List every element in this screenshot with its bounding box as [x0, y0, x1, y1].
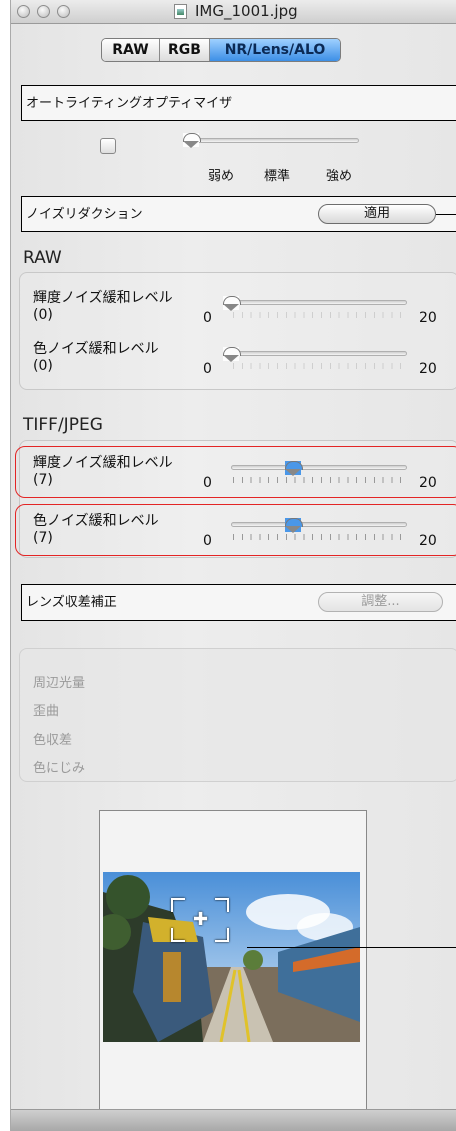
raw-chroma-value: (0)	[33, 358, 53, 374]
close-window-icon[interactable]	[17, 5, 30, 18]
lens-title: レンズ収差補正	[26, 595, 117, 610]
alo-level-standard: 標準	[264, 169, 291, 184]
raw-luma-track[interactable]	[231, 300, 407, 305]
raw-luma-ticks	[233, 312, 405, 318]
alo-title: オートライティングオプティマイザ	[26, 96, 233, 111]
alo-header: オートライティングオプティマイザ	[21, 85, 456, 121]
raw-chroma-min: 0	[203, 361, 212, 377]
window-title: IMG_1001.jpg	[195, 2, 298, 20]
view-corner-br-icon	[215, 928, 229, 942]
highlight-luma	[15, 446, 456, 498]
tiff-chroma-ticks	[233, 534, 405, 540]
alo-slider-track[interactable]	[191, 138, 359, 143]
tab-rgb[interactable]: RGB	[160, 39, 210, 61]
raw-luma-value: (0)	[33, 307, 53, 323]
lens-item-distortion: 歪曲	[33, 704, 60, 719]
callout-line-apply	[436, 214, 456, 215]
tiff-chroma-value: (7)	[33, 530, 53, 546]
tiff-luma-ticks	[233, 477, 405, 483]
minimize-window-icon[interactable]	[37, 5, 50, 18]
tiff-chroma-label: 色ノイズ緩和レベル	[33, 513, 159, 529]
highlight-chroma	[15, 504, 456, 556]
nr-apply-button[interactable]: 適用	[318, 204, 436, 224]
view-area-frame[interactable]: ✚	[171, 898, 229, 942]
raw-luma-label: 輝度ノイズ緩和レベル	[33, 290, 173, 306]
raw-chroma-track[interactable]	[231, 351, 407, 356]
view-corner-bl-icon	[171, 928, 185, 942]
alo-checkbox[interactable]	[100, 138, 116, 154]
tool-palette-window: IMG_1001.jpg RAW RGB NR/Lens/ALO オートライティ…	[10, 0, 456, 1131]
nr-title: ノイズリダクション	[26, 207, 143, 222]
window-bottom-bar	[11, 1109, 456, 1131]
raw-luma-thumb[interactable]	[223, 296, 241, 311]
title-bar[interactable]: IMG_1001.jpg	[11, 0, 456, 24]
tiff-group-label: TIFF/JPEG	[23, 415, 103, 435]
alo-level-low: 弱め	[208, 169, 235, 184]
view-corner-tr-icon	[215, 898, 229, 912]
lens-adjust-button[interactable]: 調整...	[318, 592, 443, 612]
tiff-luma-value: (7)	[33, 472, 53, 488]
zoom-window-icon[interactable]	[57, 5, 70, 18]
alo-level-high: 強め	[326, 169, 353, 184]
lens-item-color-blur: 色にじみ	[33, 761, 86, 776]
alo-slider-thumb[interactable]	[183, 133, 201, 148]
raw-luma-max: 20	[419, 310, 437, 326]
navigator-image[interactable]: ✚	[103, 872, 360, 1042]
tiff-chroma-max: 20	[419, 533, 437, 549]
raw-chroma-thumb[interactable]	[223, 347, 241, 362]
lens-item-peripheral: 周辺光量	[33, 676, 86, 691]
callout-line-navigator	[247, 947, 456, 948]
lens-item-chromatic: 色収差	[33, 733, 73, 748]
tiff-luma-thumb[interactable]	[284, 461, 303, 476]
tiff-luma-track[interactable]	[231, 465, 407, 470]
tab-raw[interactable]: RAW	[102, 39, 160, 61]
train-photo	[103, 872, 360, 1042]
tiff-chroma-min: 0	[203, 533, 212, 549]
raw-chroma-max: 20	[419, 361, 437, 377]
image-file-icon	[174, 4, 187, 19]
raw-luma-min: 0	[203, 310, 212, 326]
tiff-luma-max: 20	[419, 475, 437, 491]
crosshair-icon: ✚	[193, 909, 209, 930]
tab-bar: RAW RGB NR/Lens/ALO	[101, 38, 341, 62]
raw-chroma-ticks	[233, 363, 405, 369]
tiff-luma-min: 0	[203, 475, 212, 491]
tiff-chroma-track[interactable]	[231, 522, 407, 527]
raw-group-label: RAW	[23, 248, 62, 268]
tiff-luma-label: 輝度ノイズ緩和レベル	[33, 455, 173, 471]
tab-nr-lens-alo[interactable]: NR/Lens/ALO	[210, 39, 340, 61]
tiff-chroma-thumb[interactable]	[284, 518, 303, 533]
view-corner-tl-icon	[171, 898, 185, 912]
raw-chroma-label: 色ノイズ緩和レベル	[33, 341, 159, 357]
